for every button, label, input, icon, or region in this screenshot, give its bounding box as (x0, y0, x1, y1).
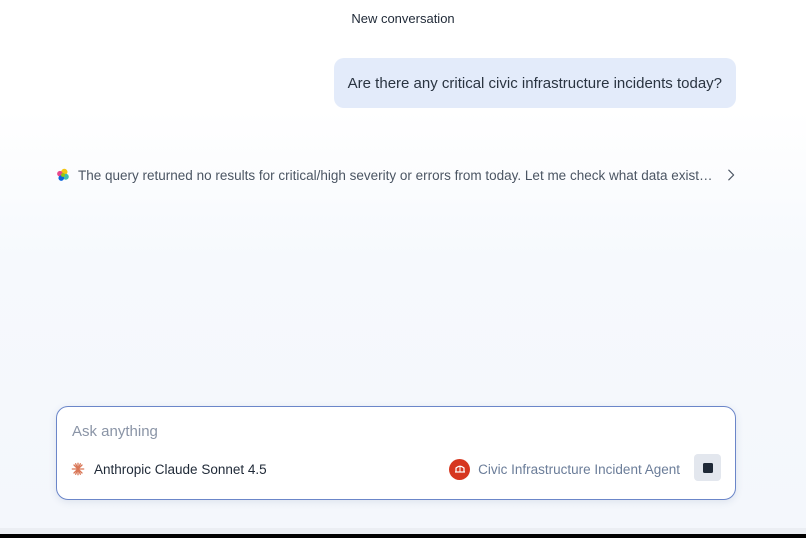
stop-button[interactable] (694, 454, 721, 481)
bottom-bar (0, 528, 806, 538)
agent-selector[interactable]: Civic Infrastructure Incident Agent (449, 457, 680, 481)
page-title: New conversation (351, 11, 455, 26)
assistant-reasoning-text: The query returned no results for critic… (78, 167, 714, 183)
agent-label: Civic Infrastructure Incident Agent (478, 461, 680, 477)
agent-avatar (449, 458, 471, 480)
message-composer: Anthropic Claude Sonnet 4.5 Civic Infras… (56, 406, 736, 500)
assistant-reasoning-toggle[interactable]: The query returned no results for critic… (56, 165, 738, 185)
model-label: Anthropic Claude Sonnet 4.5 (94, 461, 267, 477)
anthropic-spark-icon (71, 462, 85, 476)
bridge-icon (454, 465, 465, 473)
model-selector[interactable]: Anthropic Claude Sonnet 4.5 (71, 459, 267, 479)
message-input[interactable] (72, 423, 712, 440)
stop-icon (702, 462, 713, 473)
user-message-bubble: Are there any critical civic infrastruct… (333, 58, 736, 108)
elastic-logo-icon (57, 168, 69, 181)
chevron-right-icon[interactable] (724, 168, 738, 182)
user-message-text: Are there any critical civic infrastruct… (347, 74, 722, 92)
conversation-page: New conversation Are there any critical … (0, 0, 806, 538)
